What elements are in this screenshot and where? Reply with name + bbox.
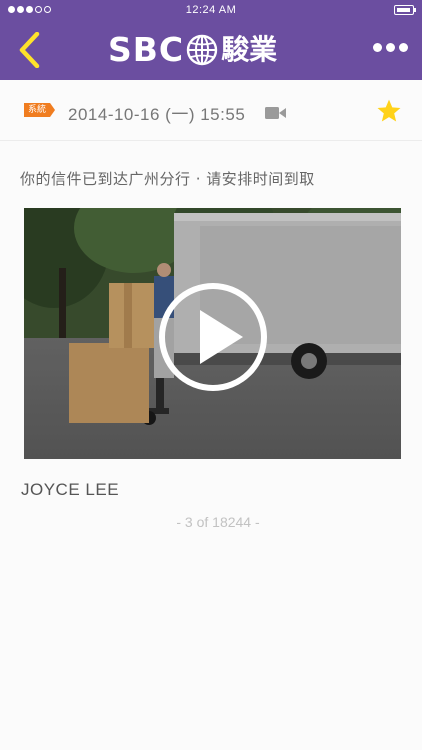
globe-icon: [186, 34, 218, 66]
more-options-icon[interactable]: [373, 43, 408, 52]
message-text: 你的信件已到达广州分行 · 请安排时间到取: [20, 170, 315, 188]
sbc-logo: SBC 駿業: [108, 30, 277, 70]
status-time: 12:24 AM: [185, 4, 237, 16]
back-arrow-icon[interactable]: [16, 32, 46, 68]
header-bar: 12:24 AM SBC 駿業: [0, 0, 422, 80]
logo-text: SBC: [108, 30, 185, 69]
status-bar: 12:24 AM: [0, 0, 422, 20]
author-name: JOYCE LEE: [21, 480, 120, 499]
play-button-icon[interactable]: [158, 282, 268, 392]
logo-chinese: 駿業: [221, 33, 278, 66]
message-datetime: 2014-10-16 (一) 15:55: [68, 105, 246, 124]
battery-icon: [394, 5, 416, 15]
page-counter: - 3 of 18244 -: [176, 514, 260, 530]
video-camera-icon: [265, 107, 286, 119]
system-tag: 系統: [24, 103, 56, 117]
message-meta: 系統 2014-10-16 (一) 15:55: [0, 80, 422, 141]
favorite-star-icon[interactable]: [376, 98, 402, 124]
